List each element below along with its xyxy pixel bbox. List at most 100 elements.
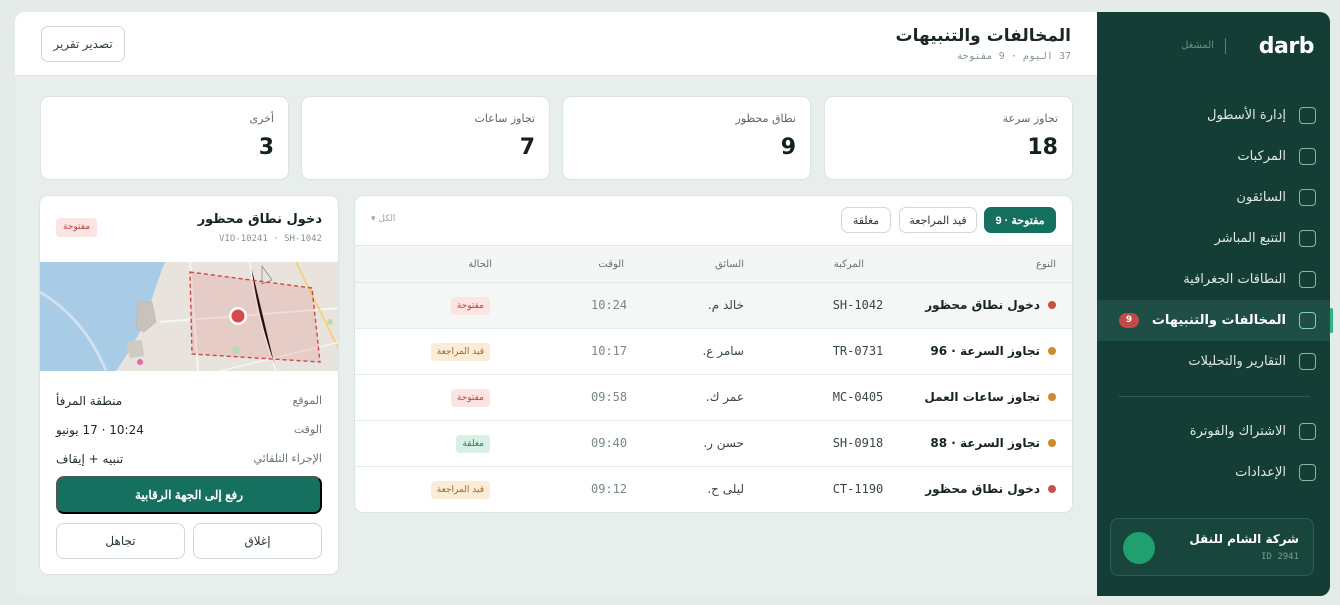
violation-type-label: دخول نطاق محظور — [925, 298, 1040, 312]
close-violation-button[interactable]: إغلاق — [193, 523, 322, 559]
field-label: الإجراء التلقائي — [253, 452, 322, 465]
vehicle-id: SH-0918 — [832, 436, 884, 450]
driver-name: ليلى ح. — [707, 482, 744, 496]
table-row[interactable]: دخول نطاق محظور CT-1190 ليلى ح. 09:12 قيد ال… — [355, 467, 1072, 512]
sidebar-item-fleet[interactable]: إدارة الأسطول — [1097, 95, 1330, 136]
escalate-button[interactable]: رفع إلى الجهة الرقابية — [56, 476, 322, 514]
violation-time: 10:17 — [591, 344, 628, 358]
column-header-time[interactable]: الوقت — [598, 259, 624, 270]
status-badge: مفتوحة — [450, 389, 490, 407]
stat-value: 3 — [258, 135, 274, 160]
stat-label: تجاوز سرعة — [1002, 112, 1058, 125]
export-report-button[interactable]: تصدير تقرير — [41, 26, 125, 62]
driver-name: سامر ع. — [702, 344, 744, 358]
filter-chip-review[interactable]: قيد المراجعة — [899, 207, 977, 233]
status-badge: قيد المراجعة — [430, 343, 490, 361]
filter-bar: مفتوحة · 9 قيد المراجعة مغلقة الكل ▾ — [355, 196, 1072, 245]
violation-type: تجاوز السرعة · 96 — [930, 344, 1056, 358]
violations-count-badge: 9 — [1119, 313, 1139, 328]
vehicle-id: MC-0405 — [832, 390, 884, 404]
table-row[interactable]: تجاوز السرعة · 88 SH-0918 حسن ر. 09:40 مغلقة — [355, 421, 1072, 467]
table-header: النوع المركبة السائق الوقت الحالة — [355, 245, 1072, 283]
geofence-icon — [1299, 271, 1316, 288]
live-tracking-icon — [1299, 230, 1316, 247]
driver-name: حسن ر. — [703, 436, 744, 450]
detail-field-time: الوقت 10:24 · 17 يونيو — [56, 423, 322, 441]
field-value: منطقة المرفأ — [56, 394, 123, 408]
settings-icon — [1299, 464, 1316, 481]
violations-icon — [1299, 312, 1316, 329]
sidebar-item-geofences[interactable]: النطاقات الجغرافية — [1097, 259, 1330, 300]
severity-dot-icon — [1048, 301, 1056, 309]
column-header-vehicle[interactable]: المركبة — [834, 259, 864, 270]
sidebar-item-billing[interactable]: الاشتراك والفوترة — [1097, 411, 1330, 452]
sidebar-nav: إدارة الأسطول المركبات السائقون التتبع ا… — [1097, 95, 1333, 493]
sidebar-item-label: النطاقات الجغرافية — [1183, 272, 1286, 287]
sidebar-item-label: السائقون — [1236, 190, 1286, 205]
driver-name: عمر ك. — [705, 390, 744, 404]
sidebar-item-vehicles[interactable]: المركبات — [1097, 136, 1330, 177]
vehicle-id: CT-1190 — [832, 482, 884, 496]
chevron-down-icon: ▾ — [371, 214, 376, 224]
table-row[interactable]: دخول نطاق محظور SH-1042 خالد م. 10:24 مفتوحة — [355, 283, 1072, 329]
violation-detail-panel: دخول نطاق محظور VIO-10241 · SH-1042 مفتو… — [39, 195, 339, 575]
stat-label: أخرى — [249, 112, 274, 125]
field-value: 10:24 · 17 يونيو — [56, 423, 144, 437]
violation-type-label: تجاوز السرعة · 96 — [930, 344, 1040, 358]
sidebar-item-settings[interactable]: الإعدادات — [1097, 452, 1330, 493]
sidebar: darb المشغل إدارة الأسطول المركبات السائ… — [1097, 12, 1333, 596]
sidebar-item-label: التقارير والتحليلات — [1188, 354, 1286, 369]
sidebar-item-live-tracking[interactable]: التتبع المباشر — [1097, 218, 1330, 259]
stat-card-hours: تجاوز ساعات 7 — [301, 96, 550, 180]
column-header-type[interactable]: النوع — [1036, 259, 1056, 270]
sidebar-item-label: إدارة الأسطول — [1207, 108, 1286, 123]
table-row[interactable]: تجاوز السرعة · 96 TR-0731 سامر ع. 10:17 قيد … — [355, 329, 1072, 375]
brand: darb المشغل — [1113, 34, 1316, 59]
violation-type-label: تجاوز السرعة · 88 — [930, 436, 1040, 450]
drivers-icon — [1299, 189, 1316, 206]
sidebar-item-violations[interactable]: المخالفات والتنبيهات 9 — [1097, 300, 1333, 341]
field-value: تنبيه + إيقاف — [56, 452, 124, 466]
violation-time: 09:40 — [591, 436, 628, 450]
table-body: دخول نطاق محظور SH-1042 خالد م. 10:24 مفتوحة… — [355, 283, 1072, 512]
stat-label: نطاق محظور — [735, 112, 796, 125]
page-title: المخالفات والتنبيهات — [895, 26, 1071, 46]
company-name: شركة الشام للنقل — [1189, 532, 1299, 546]
table-row[interactable]: تجاوز ساعات العمل MC-0405 عمر ك. 09:58 مفتوح… — [355, 375, 1072, 421]
violation-type: تجاوز السرعة · 88 — [930, 436, 1056, 450]
sidebar-item-label: التتبع المباشر — [1214, 231, 1286, 246]
column-header-status[interactable]: الحالة — [468, 259, 492, 270]
severity-dot-icon — [1048, 347, 1056, 355]
violation-time: 10:24 — [591, 298, 628, 312]
stat-card-restricted-zone: نطاق محظور 9 — [562, 96, 811, 180]
sidebar-item-label: الاشتراك والفوترة — [1189, 424, 1286, 439]
company-avatar — [1123, 532, 1155, 564]
main-content: المخالفات والتنبيهات 37 اليوم · 9 مفتوحة… — [15, 12, 1097, 596]
sidebar-divider — [1119, 396, 1310, 397]
filter-chip-closed[interactable]: مغلقة — [841, 207, 891, 233]
status-badge: مفتوحة — [450, 297, 490, 315]
status-filter-select[interactable]: الكل ▾ — [371, 214, 395, 224]
violation-time: 09:12 — [591, 482, 628, 496]
sidebar-item-reports[interactable]: التقارير والتحليلات — [1097, 341, 1330, 382]
stat-value: 9 — [780, 135, 796, 160]
filter-chip-open[interactable]: مفتوحة · 9 — [984, 207, 1056, 233]
company-id: ID 2941 — [1261, 552, 1299, 562]
billing-icon — [1299, 423, 1316, 440]
violations-table: مفتوحة · 9 قيد المراجعة مغلقة الكل ▾ الن… — [354, 195, 1073, 513]
violation-type-label: دخول نطاق محظور — [925, 482, 1040, 496]
account-card[interactable]: شركة الشام للنقل ID 2941 — [1110, 518, 1314, 576]
sidebar-item-label: المخالفات والتنبيهات — [1151, 313, 1286, 328]
ignore-violation-button[interactable]: تجاهل — [56, 523, 185, 559]
brand-logo[interactable]: darb — [1259, 34, 1315, 59]
sidebar-item-drivers[interactable]: السائقون — [1097, 177, 1330, 218]
vehicle-marker-icon — [231, 309, 245, 323]
reports-icon — [1299, 353, 1316, 370]
fleet-icon — [1299, 107, 1316, 124]
field-label: الوقت — [293, 423, 322, 436]
column-header-driver[interactable]: السائق — [715, 259, 744, 270]
violation-map[interactable] — [40, 262, 339, 371]
sidebar-item-label: المركبات — [1237, 149, 1286, 164]
status-badge: مغلقة — [456, 435, 490, 453]
stat-label: تجاوز ساعات — [474, 112, 535, 125]
